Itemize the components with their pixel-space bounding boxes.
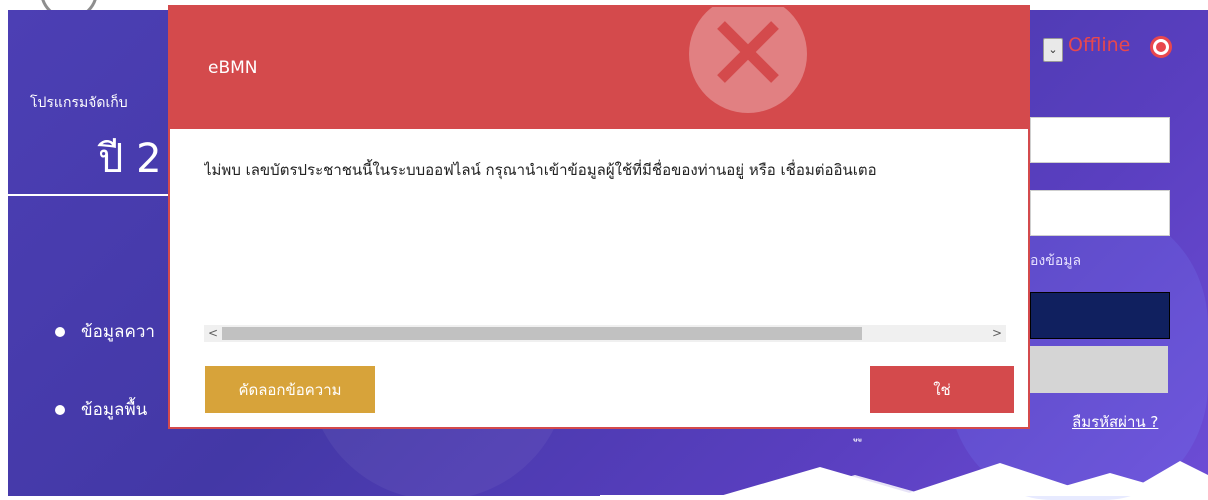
offline-status-label: Offline [1068,34,1131,56]
horizontal-scrollbar[interactable]: < > [204,325,1006,342]
chevron-down-icon: ⌄ [1048,43,1058,56]
dialog-header: eBMN [170,7,1028,129]
password-input[interactable] [1030,190,1170,236]
program-label: โปรแกรมจัดเก็บ [30,95,128,111]
bullet-text: ข้อมูลควา [81,322,155,342]
error-x-icon [689,7,807,113]
mode-select-dropdown[interactable]: ⌄ [1043,38,1063,62]
dialog-message: ไม่พบ เลขบัตรประชาชนนี้ในระบบออฟไลน์ กรุ… [204,161,877,179]
offline-radio-icon[interactable] [1150,36,1172,58]
error-dialog: eBMN ไม่พบ เลขบัตรประชาชนนี้ในระบบออฟไลน… [168,5,1030,429]
id-card-input[interactable] [1030,117,1170,163]
dialog-title: eBMN [208,58,258,78]
scroll-left-button[interactable]: < [206,325,220,342]
copy-message-button[interactable]: คัดลอกข้อความ [205,366,375,413]
bullet-dot-icon [55,327,65,337]
year-label: ปี 2 [98,136,162,182]
login-button[interactable] [1030,292,1170,339]
divider [8,194,178,196]
scroll-right-button[interactable]: > [990,325,1004,342]
forgot-password-link[interactable]: ลืมรหัสผ่าน ? [1072,410,1158,434]
scrollbar-thumb[interactable] [222,327,862,340]
bullet-item: ข้อมูลพื้น [55,396,147,423]
secondary-button[interactable] [1030,346,1168,393]
rooftops-illustration [600,461,1208,496]
bullet-dot-icon [55,405,65,415]
bullet-item: ข้อมูลควา [55,318,155,345]
ok-button[interactable]: ใช่ [870,366,1014,413]
field-hint-text: องข้อมูล [1030,253,1082,269]
bullet-text: ข้อมูลพื้น [81,400,148,420]
